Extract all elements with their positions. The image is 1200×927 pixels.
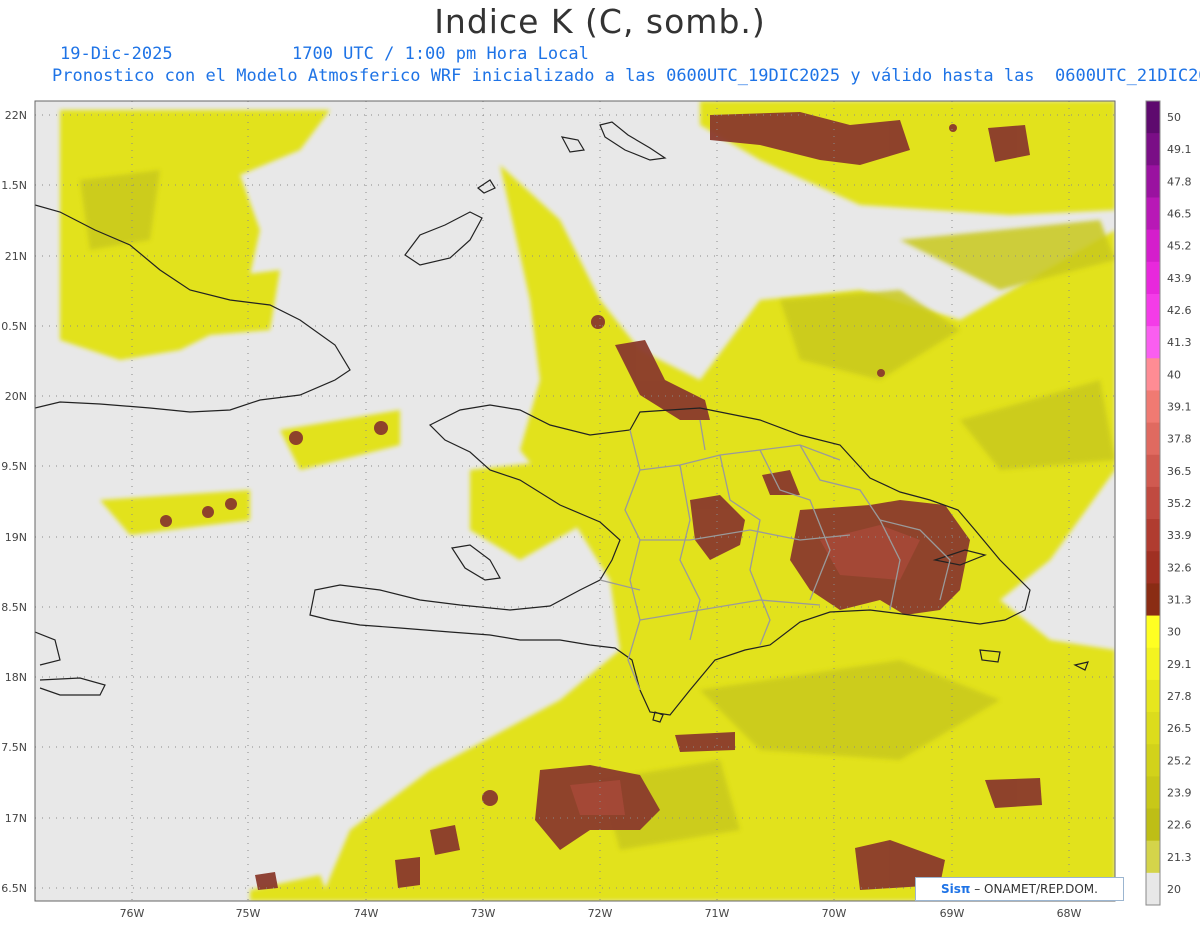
- colorbar-swatch: [1146, 358, 1160, 391]
- colorbar-level-label: 35.2: [1167, 497, 1192, 510]
- lon-label: 72W: [588, 907, 613, 920]
- colorbar-swatch: [1146, 583, 1160, 617]
- lat-label: 17N: [5, 812, 27, 825]
- colorbar-swatch: [1146, 101, 1160, 134]
- colorbar-level-label: 27.8: [1167, 690, 1192, 703]
- colorbar-swatch: [1146, 390, 1160, 424]
- lat-label: 8.5N: [1, 601, 27, 614]
- lon-label: 69W: [940, 907, 965, 920]
- lat-label: 20N: [5, 390, 27, 403]
- colorbar-swatch: [1146, 551, 1160, 584]
- colorbar-swatch: [1146, 712, 1160, 745]
- colorbar-level-label: 25.2: [1167, 754, 1192, 767]
- lon-label: 70W: [822, 907, 847, 920]
- colorbar-level-label: 42.6: [1167, 304, 1192, 317]
- credit-text: – ONAMET/REP.DOM.: [970, 882, 1098, 896]
- longitude-labels: 76W 75W 74W 73W 72W 71W 70W 69W 68W: [120, 907, 1082, 920]
- colorbar-level-label: 31.3: [1167, 593, 1192, 606]
- lat-label: 1.5N: [1, 179, 27, 192]
- colorbar-level-label: 20: [1167, 883, 1181, 896]
- colorbar-level-label: 45.2: [1167, 240, 1192, 253]
- colorbar-level-label: 22.6: [1167, 819, 1192, 832]
- lon-label: 74W: [354, 907, 379, 920]
- colorbar-swatch: [1146, 326, 1160, 359]
- colorbar-swatch: [1146, 261, 1160, 295]
- colorbar-level-label: 21.3: [1167, 851, 1192, 864]
- lon-label: 75W: [236, 907, 261, 920]
- colorbar-level-label: 41.3: [1167, 336, 1192, 349]
- colorbar-level-label: 29.1: [1167, 658, 1192, 671]
- colorbar-level-label: 26.5: [1167, 722, 1192, 735]
- lat-label: 18N: [5, 671, 27, 684]
- colorbar-swatch: [1146, 454, 1160, 488]
- lat-label: 7.5N: [1, 741, 27, 754]
- yellow-patch-cuba: [200, 270, 280, 335]
- lat-label: 21N: [5, 250, 27, 263]
- colorbar-level-label: 30: [1167, 626, 1181, 639]
- colorbar-swatch: [1146, 293, 1160, 327]
- colorbar-level-label: 36.5: [1167, 465, 1192, 478]
- colorbar-level-label: 39.1: [1167, 401, 1192, 414]
- lon-label: 73W: [471, 907, 496, 920]
- colorbar-swatch: [1146, 229, 1160, 263]
- colorbar-swatch: [1146, 744, 1160, 777]
- colorbar-level-label: 40: [1167, 368, 1181, 381]
- lat-label: 22N: [5, 109, 27, 122]
- colorbar-swatch: [1146, 840, 1160, 874]
- lat-label: 0.5N: [1, 320, 27, 333]
- lat-label: 6.5N: [1, 882, 27, 895]
- colorbar-level-label: 32.6: [1167, 561, 1192, 574]
- sispi-logo: Sisπ: [941, 882, 971, 896]
- colorbar-swatch: [1146, 615, 1160, 649]
- colorbar-level-label: 43.9: [1167, 272, 1192, 285]
- latitude-labels: 22N 1.5N 21N 0.5N 20N 9.5N 19N 8.5N 18N …: [1, 109, 27, 895]
- colorbar-level-label: 33.9: [1167, 529, 1192, 542]
- lon-label: 76W: [120, 907, 145, 920]
- colorbar-swatch: [1146, 519, 1160, 552]
- k-index-map: 22N 1.5N 21N 0.5N 20N 9.5N 19N 8.5N 18N …: [1, 100, 1192, 920]
- colorbar-legend: 50 49.1 47.8 46.5 45.2 43.9 42.6 41.3 40 39.1 37.8…: [1145, 100, 1192, 906]
- colorbar-swatch: [1146, 776, 1160, 810]
- colorbar-level-label: 50: [1167, 111, 1181, 124]
- colorbar-swatch: [1146, 872, 1160, 906]
- lon-label: 68W: [1057, 907, 1082, 920]
- colorbar-swatch: [1146, 679, 1160, 713]
- colorbar-level-label: 49.1: [1167, 143, 1192, 156]
- colorbar-swatch: [1146, 422, 1160, 456]
- lat-label: 9.5N: [1, 460, 27, 473]
- colorbar-level-label: 46.5: [1167, 208, 1192, 221]
- colorbar-swatch: [1146, 165, 1160, 198]
- colorbar-swatch: [1146, 133, 1160, 166]
- colorbar-level-label: 23.9: [1167, 786, 1192, 799]
- lat-label: 19N: [5, 531, 27, 544]
- colorbar-swatch: [1146, 197, 1160, 231]
- colorbar-swatch: [1146, 808, 1160, 842]
- lon-label: 71W: [705, 907, 730, 920]
- colorbar-level-label: 47.8: [1167, 175, 1192, 188]
- colorbar-swatch: [1146, 647, 1160, 681]
- colorbar-swatch: [1146, 486, 1160, 520]
- credit-box: Sisπ – ONAMET/REP.DOM.: [915, 877, 1124, 901]
- colorbar-level-label: 37.8: [1167, 433, 1192, 446]
